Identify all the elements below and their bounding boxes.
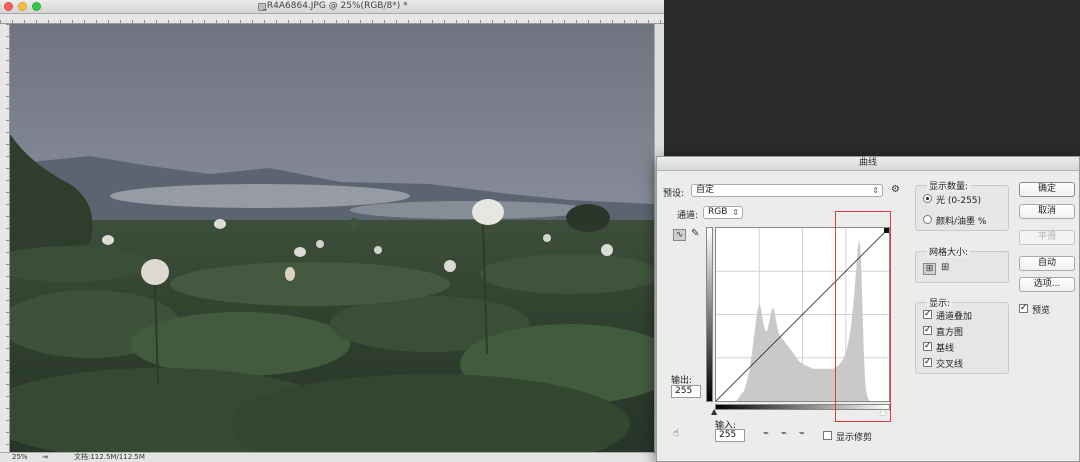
channel-label: 通道: — [677, 211, 699, 221]
show-amount-title: 显示数量: — [927, 179, 971, 192]
maximize-window-button[interactable] — [32, 2, 41, 11]
show-clipping-checkbox[interactable] — [823, 431, 832, 440]
show-clipping-label: 显示修剪 — [836, 433, 873, 443]
smooth-button[interactable]: 平滑 — [1019, 230, 1075, 245]
channel-select[interactable]: RGB ⇕ — [703, 206, 743, 219]
cancel-button[interactable]: 取消 — [1019, 204, 1075, 219]
light-radio[interactable] — [923, 194, 932, 203]
histogram-checkbox[interactable]: ✓ — [923, 326, 932, 335]
grid-size-title: 网格大小: — [927, 245, 971, 258]
output-gradient-bar — [706, 227, 713, 402]
options-button[interactable]: 选项... — [1019, 277, 1075, 292]
highlight-box — [835, 211, 891, 422]
black-eyedropper-icon[interactable]: ⌁ — [763, 429, 769, 439]
pencil-tool-icon[interactable]: ✎ — [691, 229, 699, 239]
dialog-title[interactable]: 曲线 — [657, 157, 1079, 171]
vertical-ruler[interactable] — [0, 24, 10, 452]
pigment-radio[interactable] — [923, 215, 932, 224]
baseline-checkbox[interactable]: ✓ — [923, 342, 932, 351]
intersection-line-label: 交叉线 — [936, 360, 964, 370]
channel-overlay-checkbox[interactable]: ✓ — [923, 310, 932, 319]
image-canvas[interactable] — [10, 24, 654, 452]
black-point-slider-icon[interactable]: ▲ — [711, 407, 717, 417]
status-bar: 25% ⇥ 文档:112.5M/112.5M — [0, 452, 664, 462]
gray-eyedropper-icon[interactable]: ⌁ — [781, 429, 787, 439]
close-window-button[interactable] — [4, 2, 13, 11]
intersection-line-checkbox[interactable]: ✓ — [923, 358, 932, 367]
output-field[interactable]: 255 — [671, 385, 701, 398]
show-title: 显示: — [927, 296, 953, 309]
preview-label: 预览 — [1032, 306, 1051, 316]
document-titlebar[interactable]: _R4A6864.JPG @ 25%(RGB/8*) * — [0, 0, 664, 14]
on-image-adjust-icon[interactable]: ☝ — [673, 429, 679, 439]
curves-dialog: 曲线 预设: 自定 ⇕ ⚙ 通道: RGB ⇕ ∿ ✎ ▲ ▲ 输出: 255 … — [656, 156, 1080, 462]
channel-value: RGB — [708, 207, 728, 217]
channel-overlay-label: 通道叠加 — [936, 312, 973, 322]
preview-checkbox[interactable]: ✓ — [1019, 304, 1028, 313]
preset-select[interactable]: 自定 ⇕ — [691, 184, 883, 197]
preset-label: 预设: — [663, 189, 685, 199]
grid-10x10-icon[interactable]: ⊞ — [941, 263, 949, 273]
preset-value: 自定 — [696, 185, 715, 195]
ok-button[interactable]: 确定 — [1019, 182, 1075, 197]
document-window: _R4A6864.JPG @ 25%(RGB/8*) * 25% ⇥ 文档:11… — [0, 0, 664, 462]
baseline-label: 基线 — [936, 344, 955, 354]
light-radio-label: 光 (0-255) — [936, 196, 982, 206]
chevron-updown-icon: ⇕ — [732, 208, 739, 217]
status-menu-arrow-icon[interactable]: ⇥ — [42, 453, 48, 462]
preset-options-icon[interactable]: ⚙ — [891, 185, 900, 195]
document-size: 文档:112.5M/112.5M — [74, 453, 145, 461]
curve-point-tool-icon[interactable]: ∿ — [673, 229, 686, 241]
lotus-photo — [10, 24, 654, 452]
zoom-level[interactable]: 25% — [12, 453, 28, 462]
auto-button[interactable]: 自动 — [1019, 256, 1075, 271]
minimize-window-button[interactable] — [18, 2, 27, 11]
white-eyedropper-icon[interactable]: ⌁ — [799, 429, 805, 439]
horizontal-ruler[interactable] — [0, 14, 664, 24]
input-field[interactable]: 255 — [715, 429, 745, 442]
histogram-label: 直方图 — [936, 328, 964, 338]
chevron-updown-icon: ⇕ — [872, 186, 879, 195]
document-title: _R4A6864.JPG @ 25%(RGB/8*) * — [262, 1, 408, 11]
grid-4x4-icon[interactable]: ⊞ — [923, 263, 936, 275]
pigment-radio-label: 颜料/油墨 % — [936, 217, 987, 227]
